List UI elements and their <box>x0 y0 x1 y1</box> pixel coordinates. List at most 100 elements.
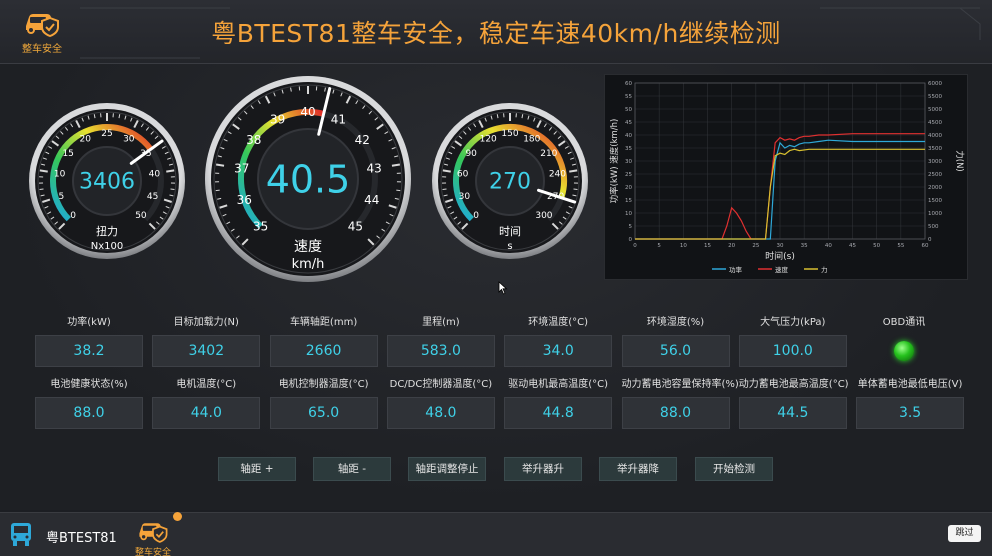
y-left-tick-label: 15 <box>625 198 632 204</box>
gauge-tick-label: 43 <box>367 162 382 176</box>
x-tick-label: 20 <box>728 243 735 249</box>
param-value: 38.2 <box>35 335 143 367</box>
gauge-tick-label: 50 <box>135 211 147 221</box>
y-left-tick-label: 35 <box>625 146 632 152</box>
skip-button[interactable]: 跳过 <box>948 525 981 542</box>
param-1: 电池健康状态(%) 88.0 <box>35 378 143 429</box>
gauge-tick-label: 150 <box>501 129 518 139</box>
parameter-row-1: 功率(kW) 38.2 目标加载力(N) 3402 车辆轴距(mm) 2660 里程(m) 5… <box>30 316 970 370</box>
gauge-tick-label: 41 <box>331 113 346 127</box>
gauge-tick-label: 0 <box>70 211 76 221</box>
param-value: 3.5 <box>856 397 965 429</box>
param-label: 里程(m) <box>422 317 460 328</box>
gauge-label: 扭力 <box>96 224 118 238</box>
gauge-tick-label: 210 <box>540 149 557 159</box>
param-value: 2660 <box>269 335 378 367</box>
mouse-cursor-icon <box>498 281 508 295</box>
x-tick-label: 35 <box>801 243 808 249</box>
y-right-tick-label: 500 <box>928 224 939 230</box>
x-tick-label: 55 <box>897 243 904 249</box>
y-right-tick-label: 1000 <box>928 211 942 217</box>
y-left-tick-label: 60 <box>625 81 632 87</box>
param-value: 88.0 <box>35 397 143 429</box>
obd-label: OBD通讯 <box>882 317 926 328</box>
x-tick-label: 10 <box>680 243 687 249</box>
x-axis-label: 时间(s) <box>765 250 795 262</box>
x-tick-label: 5 <box>657 243 661 249</box>
param-7: 大气压力(kPa) 100.0 <box>738 316 847 367</box>
y-left-tick-label: 50 <box>625 107 632 113</box>
gauge-tick-label: 40 <box>300 105 315 119</box>
x-tick-label: 25 <box>752 243 759 249</box>
y-right-tick-label: 0 <box>928 237 932 243</box>
x-tick-label: 60 <box>922 243 929 249</box>
gauge-tick-label: 30 <box>459 192 471 202</box>
gauge-value: 270 <box>489 170 531 195</box>
start-test-button[interactable]: 开始检测 <box>695 457 773 481</box>
param-value: 3402 <box>152 335 261 367</box>
car-shield-icon <box>139 523 168 543</box>
vehicle-plate: 粤BTEST81 <box>46 531 117 546</box>
param-value: 44.8 <box>504 397 613 429</box>
gauge-unit: Nx100 <box>91 241 124 252</box>
lift-up-button[interactable]: 举升器升 <box>504 457 582 481</box>
param-6: 环境湿度(%) 56.0 <box>621 316 730 367</box>
y-left-tick-label: 10 <box>625 211 632 217</box>
gauge-tick-label: 0 <box>473 211 479 221</box>
x-tick-label: 45 <box>849 243 856 249</box>
wheelbase-stop-button[interactable]: 轴距调整停止 <box>408 457 486 481</box>
gauge-tick-label: 120 <box>480 134 497 144</box>
param-6: 动力蓄电池容量保持率(%) 88.0 <box>621 378 739 429</box>
y-right-tick-label: 2000 <box>928 185 942 191</box>
wheelbase-minus-button[interactable]: 轴距 - <box>313 457 391 481</box>
param-1: 功率(kW) 38.2 <box>35 316 143 367</box>
tab-label: 整车安全 <box>134 548 171 556</box>
tab-vehicle-safety[interactable]: 整车安全 <box>130 513 176 556</box>
y-right-tick-label: 3000 <box>928 159 942 165</box>
param-label: 动力蓄电池容量保持率(%) <box>621 379 739 390</box>
realtime-chart-panel: 0 5 10 15 20 25 30 35 40 45 50 55 60 0 5 10 15 20 25 30 35 40… <box>604 74 968 280</box>
gauge-tick-label: 42 <box>355 133 370 147</box>
gauge-tick-label: 38 <box>246 133 261 147</box>
param-label: 目标加载力(N) <box>173 317 239 328</box>
x-tick-label: 15 <box>704 243 711 249</box>
y-left-axis-label: 功率(kW) 速度(km/h) <box>609 119 620 204</box>
gauge-tick-label: 35 <box>253 220 268 234</box>
param-label: 大气压力(kPa) <box>760 317 826 328</box>
gauge-tick-label: 90 <box>465 149 477 159</box>
x-tick-label: 0 <box>633 243 637 249</box>
param-5: 环境温度(°C) 34.0 <box>504 316 613 367</box>
lift-down-button[interactable]: 举升器降 <box>599 457 677 481</box>
y-left-tick-label: 20 <box>625 185 632 191</box>
torque-gauge: 051015202530354045503406扭力Nx100 <box>29 103 185 259</box>
param-7: 动力蓄电池最高温度(°C) 44.5 <box>738 378 849 429</box>
param-value: 583.0 <box>386 335 495 367</box>
notification-dot <box>173 512 182 521</box>
speed-gauge: 3536 37 38 39 40 41 42 43 4445 40.5 速度 km/h <box>205 76 411 282</box>
gauge-tick-label: 20 <box>79 134 91 144</box>
legend-label: 功率 <box>729 265 743 274</box>
param-value: 44.0 <box>152 397 261 429</box>
header-bar: 整车安全 粤BTEST81整车安全，稳定车速40km/h继续检测 <box>0 0 992 64</box>
y-left-tick-label: 45 <box>625 120 632 126</box>
wheelbase-plus-button[interactable]: 轴距 + <box>218 457 296 481</box>
gauge-tick-label: 45 <box>147 192 158 202</box>
gauge-tick-label: 37 <box>234 162 249 176</box>
gauge-tick-label: 15 <box>62 149 73 159</box>
param-8: 单体蓄电池最低电压(V) 3.5 <box>856 378 965 429</box>
bottom-bar: 粤BTEST81 整车安全 <box>0 512 992 556</box>
param-3: 车辆轴距(mm) 2660 <box>269 316 378 367</box>
gauge-tick-label: 39 <box>270 113 285 127</box>
y-right-tick-label: 6000 <box>928 81 942 87</box>
gauge-value: 3406 <box>79 170 135 195</box>
param-label: 电机控制器温度(°C) <box>278 379 369 390</box>
param-label: 环境温度(°C) <box>528 317 589 328</box>
param-label: DC/DC控制器温度(°C) <box>389 379 493 390</box>
x-tick-label: 40 <box>825 243 832 249</box>
y-right-tick-label: 5500 <box>928 94 942 100</box>
y-left-tick-label: 5 <box>629 224 633 230</box>
y-left-tick-label: 0 <box>629 237 633 243</box>
x-tick-label: 50 <box>873 243 880 249</box>
legend-label: 速度 <box>775 265 789 274</box>
gauge-unit: s <box>507 241 512 252</box>
